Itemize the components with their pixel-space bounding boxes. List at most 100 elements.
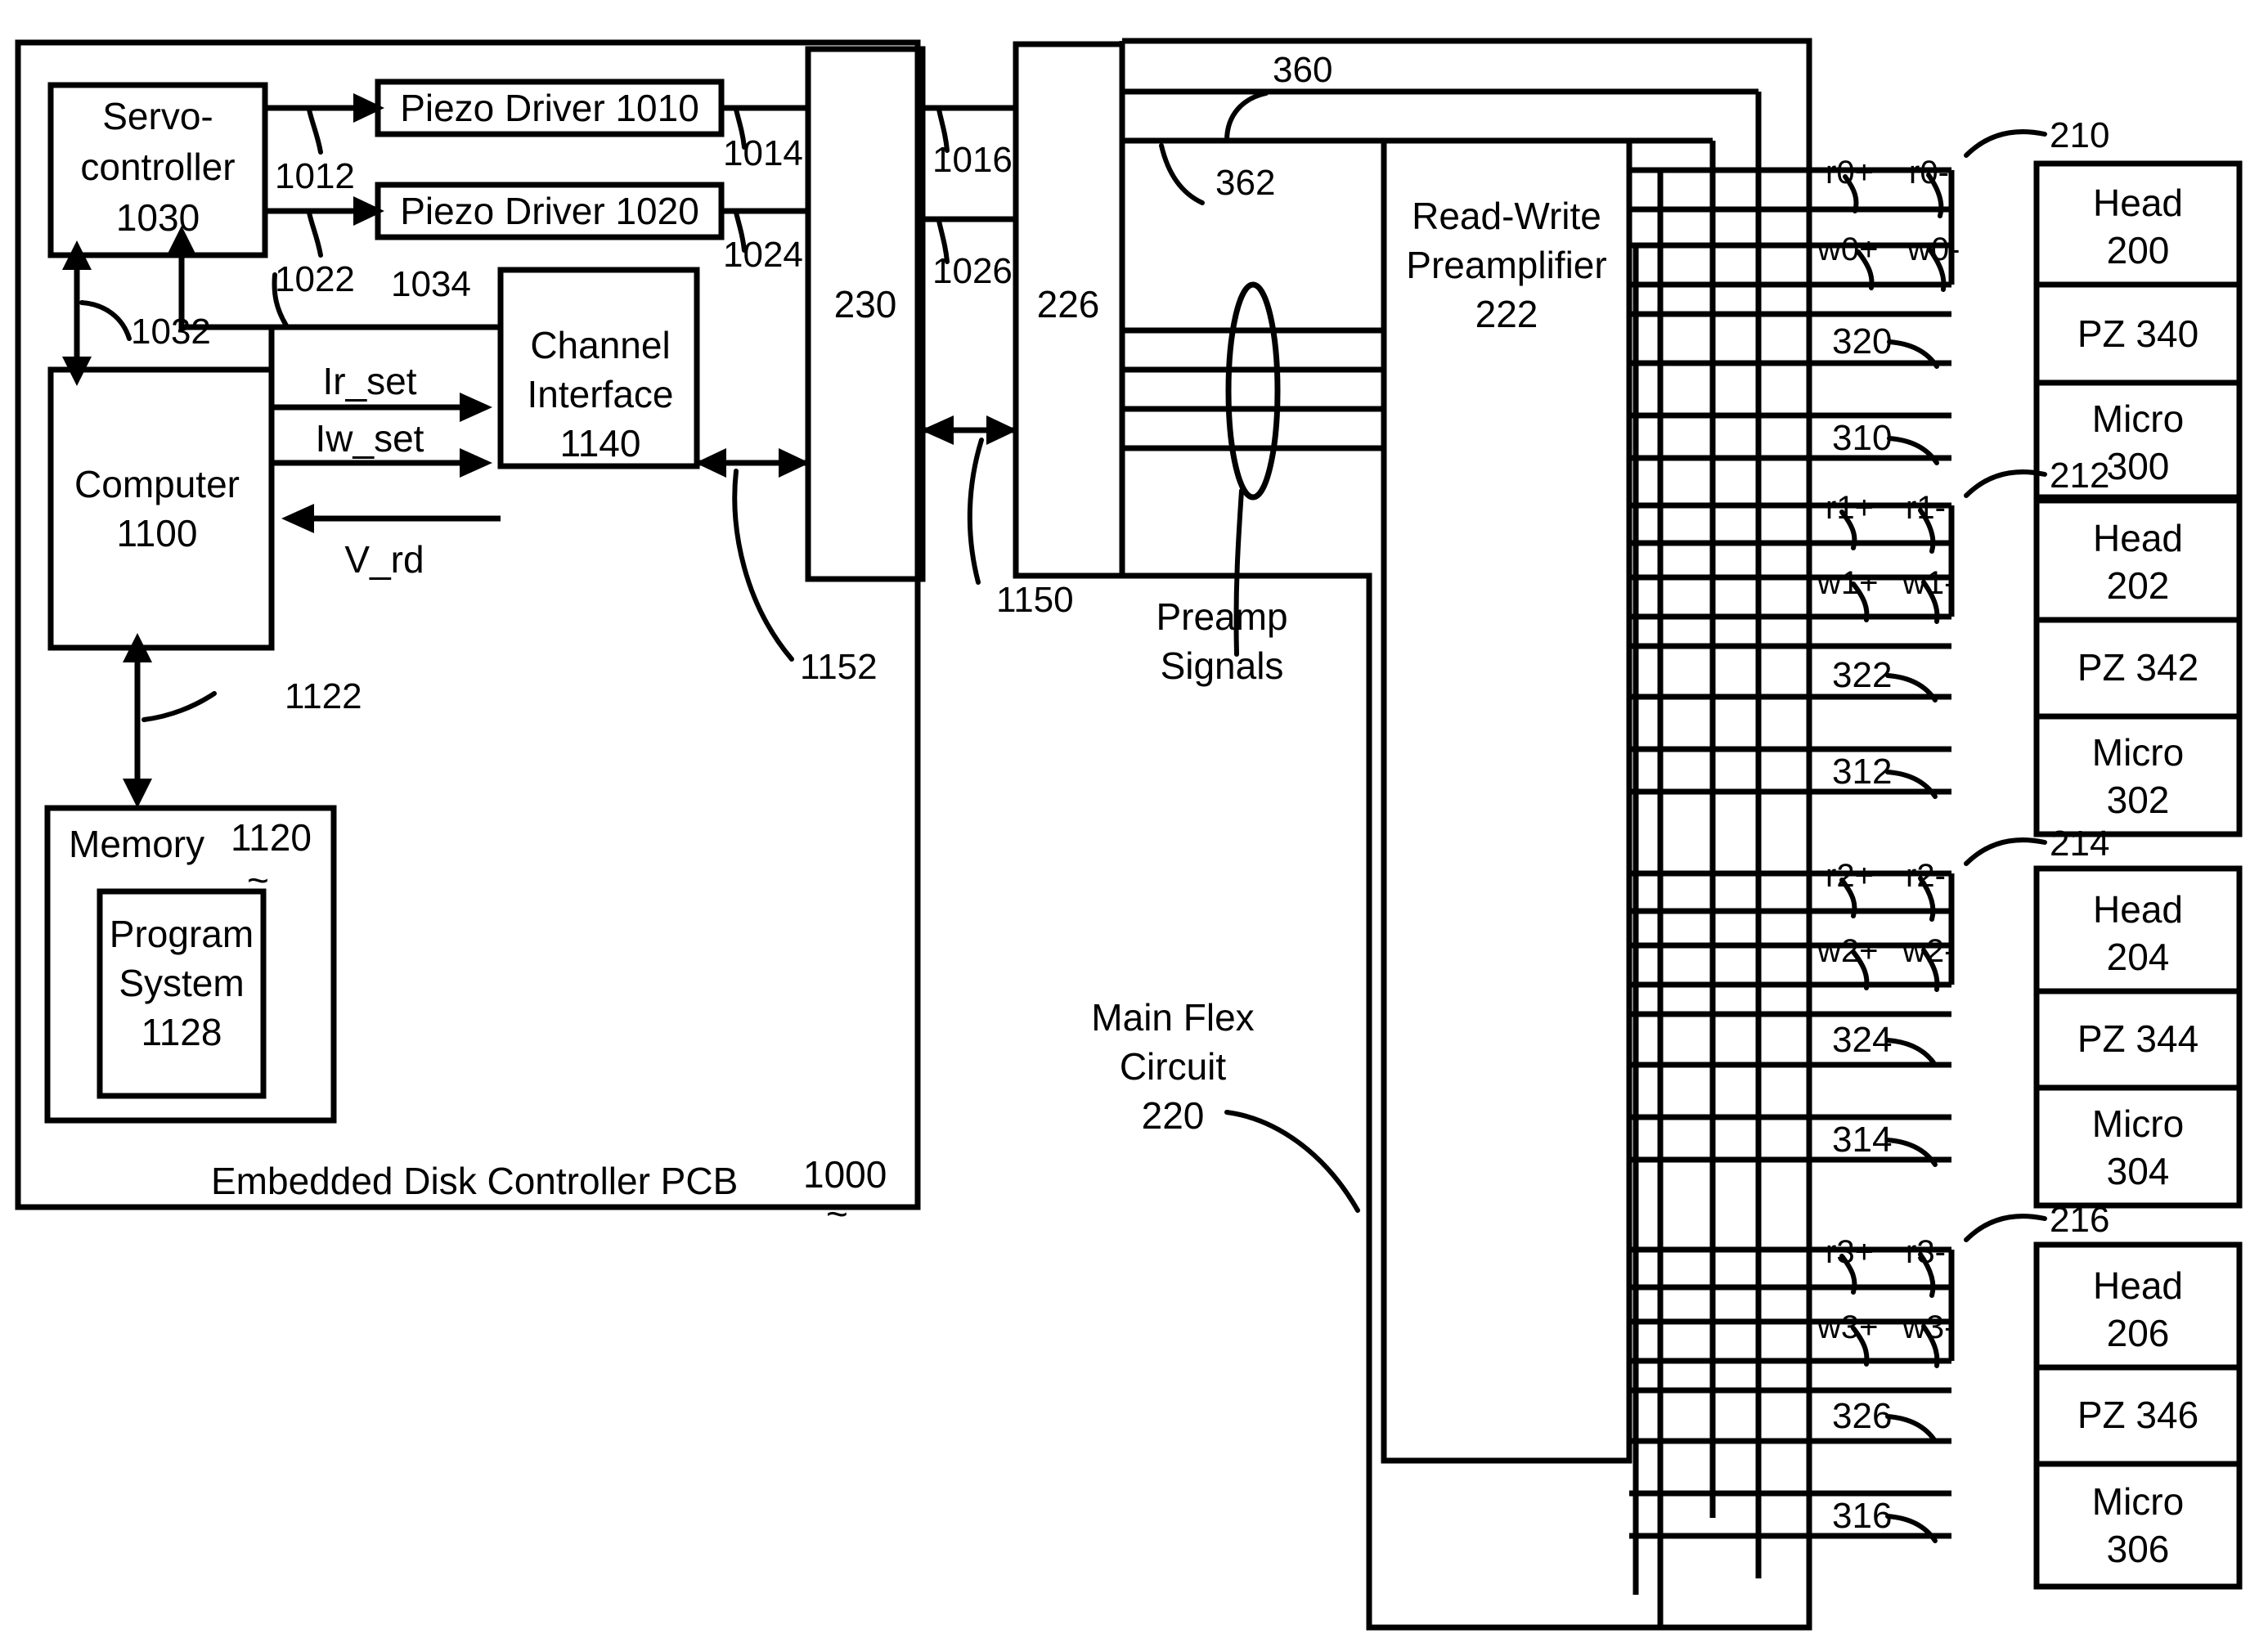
ref-362: 362 — [1215, 163, 1275, 203]
patent-figure: Servo- controller 1030 Piezo Driver 1010… — [0, 0, 2268, 1652]
diagram-canvas: Servo- controller 1030 Piezo Driver 1010… — [15, 38, 2243, 1631]
program-system-line1: Program — [110, 913, 254, 955]
signal-v-rd: V_rd — [344, 538, 424, 581]
hg1-assembly-ref: 212 — [2050, 456, 2109, 496]
ref-1024: 1024 — [723, 235, 803, 275]
hg1-micro-ref: 302 — [2107, 779, 2170, 821]
hg0-head-label: Head — [2093, 182, 2183, 224]
arrow-ir-set — [460, 393, 492, 422]
hg0-leader-210 — [1964, 129, 2047, 158]
hg1-pz-label: PZ 342 — [2077, 646, 2198, 689]
hg2-write-plus: w2+ — [1817, 933, 1879, 969]
hg2-micro-ref: 304 — [2107, 1150, 2170, 1192]
hg0-read-plus: r0+ — [1826, 155, 1874, 191]
ref-1014: 1014 — [723, 133, 803, 173]
program-system-line2: System — [119, 962, 244, 1004]
computer-ref: 1100 — [117, 512, 198, 554]
pcb-tilde: ~ — [826, 1192, 848, 1235]
ref-1150: 1150 — [996, 580, 1074, 620]
hg0-micro-line-ref: 310 — [1832, 418, 1892, 458]
channel-interface-line2: Interface — [528, 373, 674, 415]
main-flex-line2: Circuit — [1120, 1045, 1227, 1088]
arrow-1152-left — [695, 448, 726, 478]
hg1-head-ref: 202 — [2107, 564, 2170, 607]
servo-controller-line2: controller — [80, 146, 235, 188]
computer-label: Computer — [74, 463, 240, 505]
arrow-1150-right — [986, 415, 1017, 445]
memory-label: Memory — [69, 823, 204, 865]
ref-1022: 1022 — [275, 259, 355, 299]
hg3-write-plus: w3+ — [1817, 1309, 1879, 1345]
hg0-assembly-ref: 210 — [2050, 115, 2109, 155]
hg3-head-label: Head — [2093, 1264, 2183, 1307]
hg2-read-plus: r2+ — [1826, 858, 1874, 894]
arrow-v-rd — [281, 504, 314, 533]
leader-360 — [1224, 91, 1269, 143]
pcb-ref: 1000 — [803, 1153, 887, 1196]
hg1-leader-212 — [1964, 469, 2047, 498]
servo-controller-ref: 1030 — [116, 196, 200, 239]
main-flex-ref: 220 — [1142, 1094, 1205, 1137]
read-write-preamplifier-box[interactable] — [1381, 137, 1633, 1464]
ref-1152: 1152 — [800, 647, 878, 687]
leader-1022 — [307, 210, 323, 258]
leader-1012 — [307, 107, 323, 155]
connector-230-label: 230 — [834, 283, 897, 325]
signal-ir-set: Ir_set — [322, 360, 416, 402]
hg0-read-minus: r0- — [1909, 155, 1949, 191]
hg3-assembly-ref: 216 — [2050, 1200, 2109, 1240]
ref-1012: 1012 — [275, 156, 355, 196]
piezo-driver-1010-label: Piezo Driver 1010 — [400, 87, 699, 129]
hg2-pz-line-ref: 324 — [1832, 1020, 1892, 1060]
ref-1122: 1122 — [285, 676, 362, 716]
hg1-head-label: Head — [2093, 517, 2183, 559]
hg0-pz-label: PZ 340 — [2077, 312, 2198, 355]
arrow-1150-left — [921, 415, 954, 445]
preamp-line1: Read-Write — [1412, 195, 1601, 237]
pcb-label: Embedded Disk Controller PCB — [211, 1160, 738, 1202]
hg3-micro-ref: 306 — [2107, 1528, 2170, 1570]
leader-362 — [1159, 143, 1205, 205]
ref-1016: 1016 — [932, 140, 1013, 180]
hg0-micro-label: Micro — [2092, 397, 2184, 440]
arrow-1122-down — [123, 779, 152, 808]
hg2-micro-line-ref: 314 — [1832, 1120, 1892, 1160]
hg1-read-minus: r1- — [1906, 490, 1946, 526]
hg1-micro-line-ref: 312 — [1832, 752, 1892, 792]
hg1-read-plus: r1+ — [1826, 490, 1874, 526]
piezo-driver-1020-label: Piezo Driver 1020 — [400, 190, 699, 232]
hg2-read-minus: r2- — [1906, 858, 1946, 894]
hg1-pz-line-ref: 322 — [1832, 655, 1892, 695]
hg0-pz-line-ref: 320 — [1832, 321, 1892, 361]
hg1-write-minus: w1- — [1902, 565, 1955, 601]
hg0-write-minus: w0- — [1906, 231, 1960, 267]
connector-226-label: 226 — [1037, 283, 1100, 325]
hg3-head-ref: 206 — [2107, 1312, 2170, 1354]
hg3-leader-326 — [1885, 1414, 1938, 1443]
preamp-line2: Preamplifier — [1406, 244, 1606, 286]
hg1-micro-label: Micro — [2092, 731, 2184, 774]
computer-box[interactable] — [47, 366, 275, 651]
signal-bundle-ellipse — [1225, 281, 1281, 501]
preamp-signals-line1: Preamp — [1156, 595, 1287, 638]
hg2-leader-324 — [1885, 1038, 1938, 1067]
hg3-read-plus: r3+ — [1826, 1234, 1874, 1270]
hg1-write-plus: w1+ — [1817, 565, 1879, 601]
memory-ref: 1120 — [231, 816, 312, 859]
signal-iw-set: Iw_set — [316, 417, 424, 460]
preamp-signals-line2: Signals — [1161, 644, 1284, 687]
hg3-write-minus: w3- — [1902, 1309, 1955, 1345]
hg3-read-minus: r3- — [1906, 1234, 1946, 1270]
hg3-pz-label: PZ 346 — [2077, 1394, 2198, 1436]
ref-1034: 1034 — [391, 264, 471, 304]
hg3-micro-line-ref: 316 — [1832, 1496, 1892, 1536]
hg3-pz-line-ref: 326 — [1832, 1396, 1892, 1436]
hg2-write-minus: w2- — [1902, 933, 1955, 969]
leader-1150 — [967, 438, 984, 585]
hg0-write-plus: w0+ — [1817, 231, 1879, 267]
arrow-iw-set — [460, 448, 492, 478]
ref-360: 360 — [1273, 50, 1332, 90]
channel-interface-ref: 1140 — [560, 422, 641, 465]
ref-1026: 1026 — [932, 251, 1013, 291]
leader-1152 — [732, 469, 794, 662]
